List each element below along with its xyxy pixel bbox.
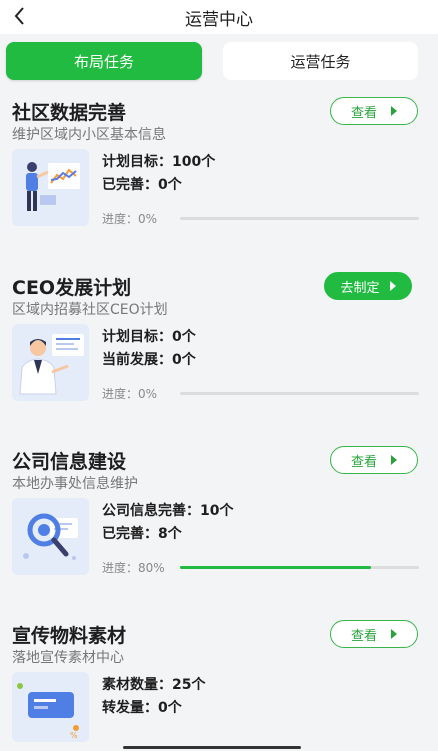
card-title: CEO发展计划 xyxy=(12,277,132,299)
progress-fill xyxy=(180,566,372,569)
tab-operation-tasks[interactable]: 运营任务 xyxy=(223,42,418,80)
view-button[interactable]: 查看 xyxy=(330,446,418,474)
task-card-ceo-plan: CEO发展计划 区域内招募社区CEO计划 去制定 计划目标：0个 当前发展：0个… xyxy=(0,263,438,435)
task-tabs: 布局任务 运营任务 xyxy=(0,34,438,88)
view-button-label: 查看 xyxy=(350,628,377,644)
material-count: 素材数量：25个 xyxy=(102,677,206,693)
current-development: 当前发展：0个 xyxy=(102,352,196,368)
top-bar: 运营中心 xyxy=(0,0,438,34)
progress-label: 进度：0% xyxy=(102,387,158,401)
svg-text:%: % xyxy=(70,731,78,740)
share-count: 转发量：0个 xyxy=(102,700,182,716)
task-card-promo-materials: 宣传物料素材 落地宣传素材中心 查看 % 素材数量：25个 转发量：0个 xyxy=(0,611,438,751)
progress-bar xyxy=(180,217,419,220)
make-plan-button[interactable]: 去制定 xyxy=(324,272,412,300)
play-arrow-icon xyxy=(391,629,397,639)
make-plan-button-label: 去制定 xyxy=(340,280,380,296)
progress-label: 进度：0% xyxy=(102,212,158,226)
magnifier-document-icon xyxy=(12,498,89,575)
promo-card-icon: % xyxy=(12,672,89,742)
view-button-label: 查看 xyxy=(350,105,377,121)
back-arrow-icon[interactable] xyxy=(8,4,32,28)
play-arrow-icon xyxy=(391,106,397,116)
page-title: 运营中心 xyxy=(185,9,253,30)
card-subtitle: 区域内招募社区CEO计划 xyxy=(12,302,168,318)
card-subtitle: 本地办事处信息维护 xyxy=(12,476,138,492)
card-subtitle: 落地宣传素材中心 xyxy=(12,650,124,666)
plan-target: 计划目标：100个 xyxy=(102,154,216,170)
businessman-icon xyxy=(12,324,89,401)
progress-bar xyxy=(180,392,419,395)
presenter-chart-icon xyxy=(12,149,89,226)
play-arrow-icon xyxy=(391,455,397,465)
plan-target: 计划目标：0个 xyxy=(102,329,196,345)
card-title: 宣传物料素材 xyxy=(12,625,127,647)
task-card-company-info: 公司信息建设 本地办事处信息维护 查看 公司信息完善：10个 已完善：8个 进度… xyxy=(0,437,438,609)
completed-count: 已完善：8个 xyxy=(102,526,182,542)
tab-layout-tasks[interactable]: 布局任务 xyxy=(6,42,202,80)
play-arrow-icon xyxy=(389,281,396,291)
progress-bar xyxy=(180,566,419,569)
progress-label: 进度：80% xyxy=(102,561,165,575)
view-button[interactable]: 查看 xyxy=(330,97,418,125)
view-button-label: 查看 xyxy=(350,454,377,470)
card-subtitle: 维护区域内小区基本信息 xyxy=(12,127,166,143)
card-title: 社区数据完善 xyxy=(12,102,127,124)
company-info-completed: 公司信息完善：10个 xyxy=(102,503,234,519)
completed-count: 已完善：0个 xyxy=(102,177,182,193)
task-card-community-data: 社区数据完善 维护区域内小区基本信息 查看 计划目标：100个 已完善：0个 进… xyxy=(0,88,438,260)
view-button[interactable]: 查看 xyxy=(330,620,418,648)
home-indicator xyxy=(123,746,301,749)
card-title: 公司信息建设 xyxy=(12,451,127,473)
